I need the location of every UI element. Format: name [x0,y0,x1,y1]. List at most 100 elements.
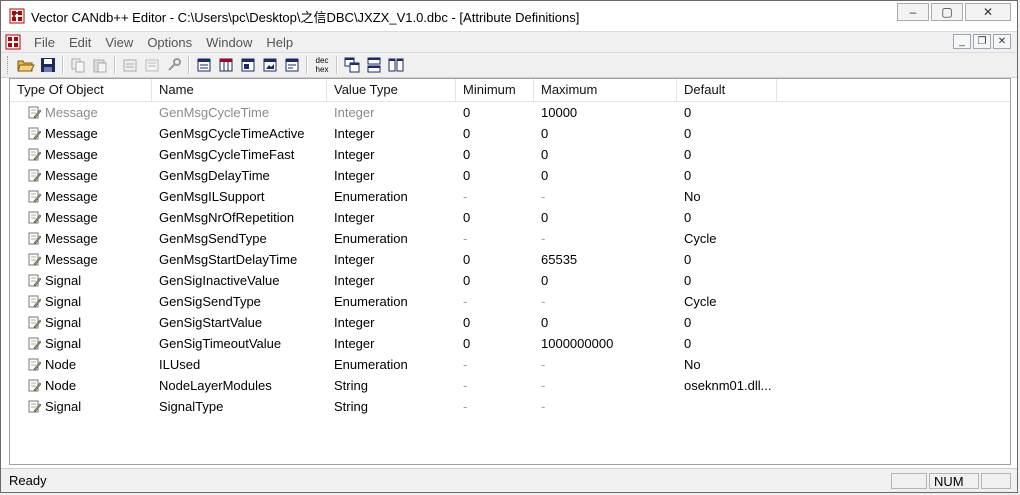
row-value-type-cell: Enumeration [334,231,408,246]
column-header-filler [777,79,1010,101]
table-row[interactable]: Message GenMsgNrOfRepetition Integer 0 0 0 [10,207,1010,228]
tile-vertical-button[interactable] [385,54,407,76]
row-default-cell: No [684,357,701,372]
minimize-button[interactable]: – [897,3,929,21]
column-header-default[interactable]: Default [677,79,777,101]
menu-edit[interactable]: Edit [62,35,98,50]
title-bar[interactable]: Vector CANdb++ Editor - C:\Users\pc\Desk… [1,1,1017,32]
menu-file[interactable]: File [27,35,62,50]
row-maximum-cell: 10000 [541,105,578,120]
row-type-cell: Message [10,210,152,225]
object-type-label: Signal [45,315,82,330]
table-row[interactable]: Signal GenSigInactiveValue Integer 0 0 0 [10,270,1010,291]
column-header-maximum[interactable]: Maximum [534,79,677,101]
row-value-type-cell: Enumeration [334,357,408,372]
row-minimum-cell: 0 [463,105,471,120]
row-minimum-cell: - [463,189,468,204]
view-list-4-button[interactable] [259,54,281,76]
cascade-button[interactable] [341,54,363,76]
table-row[interactable]: Message GenMsgCycleTimeFast Integer 0 0 0 [10,144,1010,165]
attribute-list[interactable]: Type Of Object Name Value Type Minimum M… [9,78,1011,465]
row-default-cell: 0 [684,105,692,120]
toolbar-grip[interactable] [7,56,11,74]
svg-text:hex: hex [316,65,329,74]
tools-button[interactable] [163,54,185,76]
row-type-cell: Signal [10,315,152,330]
menu-help[interactable]: Help [259,35,300,50]
row-name-cell: NodeLayerModules [159,378,272,393]
table-row[interactable]: Message GenMsgCycleTime Integer 0 10000 0 [10,102,1010,123]
table-row[interactable]: Message GenMsgILSupport Enumeration - - No [10,186,1010,207]
row-default-cell: 0 [684,147,692,162]
row-minimum-cell: 0 [463,147,471,162]
mdi-minimize-button[interactable]: _ [953,34,971,49]
view-list-2-button[interactable] [215,54,237,76]
table-row[interactable]: Message GenMsgStartDelayTime Integer 0 65535… [10,249,1010,270]
row-value-type-cell: String [334,378,368,393]
save-button[interactable] [37,54,59,76]
view-list-5-button[interactable] [281,54,303,76]
attribute-pencil-icon [28,106,41,119]
table-row[interactable]: Message GenMsgCycleTimeActive Integer 0 0 0 [10,123,1010,144]
row-minimum-cell: 0 [463,210,471,225]
menu-window[interactable]: Window [199,35,259,50]
object-type-label: Message [45,126,98,141]
paste-button[interactable] [89,54,111,76]
row-type-cell: Signal [10,294,152,309]
row-minimum-cell: 0 [463,126,471,141]
row-minimum-cell: 0 [463,273,471,288]
tile-horizontal-icon [367,57,381,73]
attribute-pencil-icon [28,169,41,182]
copy-button[interactable] [67,54,89,76]
row-maximum-cell: 0 [541,168,549,183]
attribute-pencil-icon [28,400,41,413]
properties-button[interactable] [119,54,141,76]
row-name-cell: SignalType [159,399,224,414]
save-disk-icon [41,58,55,72]
row-default-cell: 0 [684,336,692,351]
attribute-pencil-icon [28,253,41,266]
column-header-value-type[interactable]: Value Type [327,79,456,101]
copy-icon [71,58,85,73]
row-default-cell: 0 [684,315,692,330]
row-default-cell: 0 [684,273,692,288]
table-row[interactable]: Signal GenSigStartValue Integer 0 0 0 [10,312,1010,333]
cascade-windows-icon [344,57,360,73]
row-minimum-cell: - [463,231,468,246]
close-button[interactable]: ✕ [965,3,1011,21]
table-row[interactable]: Node ILUsed Enumeration - - No [10,354,1010,375]
row-maximum-cell: 0 [541,315,549,330]
row-maximum-cell: - [541,357,546,372]
open-button[interactable] [15,54,37,76]
view-list-3-button[interactable] [237,54,259,76]
row-value-type-cell: Integer [334,168,375,183]
table-row[interactable]: Node NodeLayerModules String - - oseknm01.dll… [10,375,1010,396]
table-row[interactable]: Message GenMsgDelayTime Integer 0 0 0 [10,165,1010,186]
column-header-name[interactable]: Name [152,79,327,101]
edit-button[interactable] [141,54,163,76]
table-row[interactable]: Message GenMsgSendType Enumeration - - Cycle [10,228,1010,249]
table-row[interactable]: Signal SignalType String - - [10,396,1010,417]
document-icon[interactable] [5,34,21,50]
table-row[interactable]: Signal GenSigTimeoutValue Integer 0 10000000… [10,333,1010,354]
row-minimum-cell: - [463,378,468,393]
view-list-1-button[interactable] [193,54,215,76]
detail-view-icon [241,58,255,72]
mdi-close-button[interactable]: ✕ [993,34,1011,49]
menu-options[interactable]: Options [140,35,199,50]
open-folder-icon [17,60,35,72]
menu-view[interactable]: View [98,35,140,50]
dec-hex-button[interactable]: dec hex [311,54,333,76]
row-type-cell: Signal [10,273,152,288]
column-header-type[interactable]: Type Of Object [10,79,152,101]
row-value-type-cell: Integer [334,210,375,225]
row-type-cell: Node [10,378,152,393]
column-header-minimum[interactable]: Minimum [456,79,534,101]
row-value-type-cell: Enumeration [334,189,408,204]
svg-text:dec: dec [316,56,329,65]
mdi-restore-button[interactable]: ❐ [973,34,991,49]
restore-button[interactable]: ▢ [931,3,963,21]
attribute-pencil-icon [28,211,41,224]
tile-horizontal-button[interactable] [363,54,385,76]
table-row[interactable]: Signal GenSigSendType Enumeration - - Cycle [10,291,1010,312]
